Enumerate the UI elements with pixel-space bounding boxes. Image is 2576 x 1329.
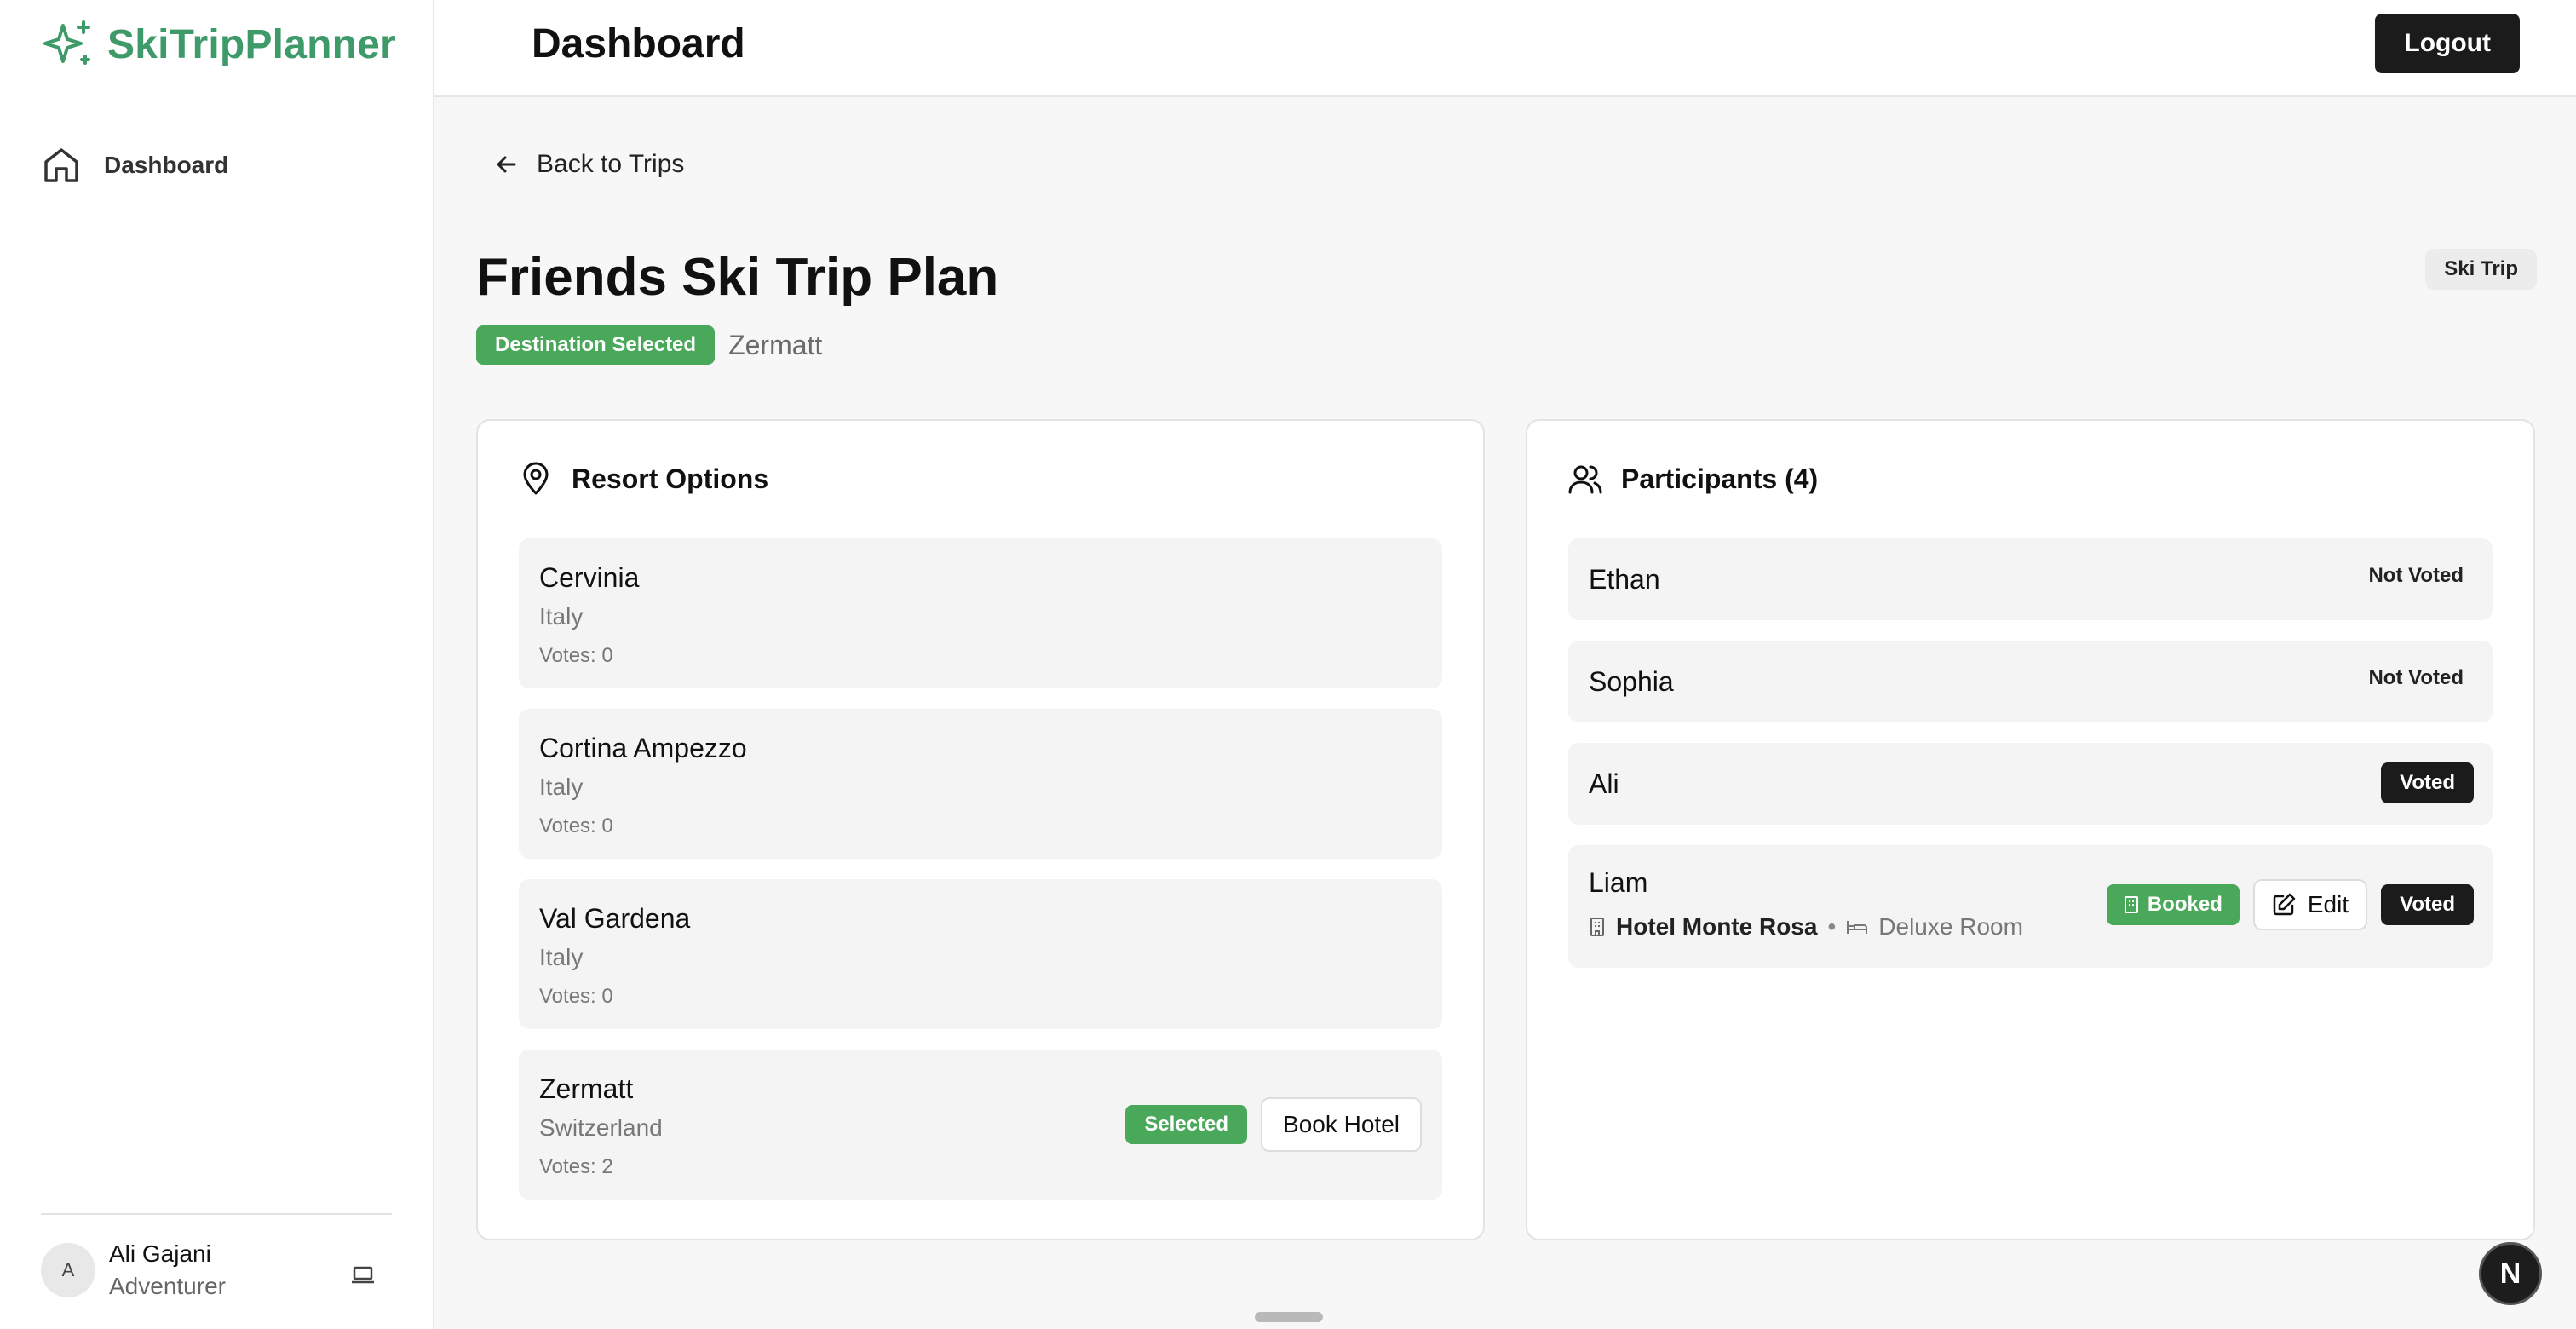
resort-country: Switzerland	[539, 1114, 663, 1141]
page-header-title: Dashboard	[532, 21, 745, 66]
resort-name: Zermatt	[539, 1073, 634, 1104]
room-type: Deluxe Room	[1878, 913, 2023, 940]
laptop-icon[interactable]	[351, 1266, 375, 1285]
vote-status: Voted	[2381, 762, 2474, 803]
map-pin-icon	[523, 462, 549, 495]
dev-tools-badge[interactable]: N	[2479, 1242, 2542, 1305]
avatar: A	[41, 1243, 95, 1297]
logout-button[interactable]: Logout	[2375, 14, 2520, 73]
home-icon	[44, 148, 78, 182]
hotel-name: Hotel Monte Rosa	[1616, 913, 1818, 940]
booked-label: Booked	[2147, 893, 2222, 916]
hotel-booking-info: Hotel Monte Rosa • Deluxe Room	[1589, 913, 2023, 941]
resort-options-header: Resort Options	[519, 462, 768, 496]
resort-name: Val Gardena	[539, 903, 691, 934]
participant-row: Sophia Not Voted	[1568, 641, 2493, 722]
resort-option-selected[interactable]: Zermatt Switzerland Votes: 2 Selected Bo…	[519, 1050, 1442, 1200]
participant-row: Ethan Not Voted	[1568, 538, 2493, 620]
user-role: Adventurer	[109, 1273, 226, 1299]
sparkles-icon	[43, 20, 90, 65]
bed-icon	[1847, 921, 1868, 934]
vote-status: Not Voted	[2368, 564, 2464, 587]
resort-country: Italy	[539, 603, 584, 630]
booked-badge: Booked	[2106, 884, 2240, 925]
building-icon	[2124, 896, 2138, 913]
building-icon	[1590, 918, 1604, 936]
resort-votes: Votes: 0	[539, 644, 613, 667]
vote-status: Voted	[2381, 884, 2474, 925]
edit-booking-button[interactable]: Edit	[2252, 879, 2368, 930]
vote-status: Not Voted	[2368, 666, 2464, 689]
sidebar: SkiTripPlanner Dashboard A Ali Gajani Ad…	[0, 0, 434, 1329]
resort-votes: Votes: 2	[539, 1155, 613, 1178]
top-bar: Dashboard Logout	[434, 0, 2576, 97]
edit-label: Edit	[2307, 891, 2349, 918]
users-icon	[1568, 465, 1602, 494]
participants-card: Participants (4) Ethan Not Voted Sophia …	[1526, 419, 2535, 1240]
user-profile[interactable]: A Ali Gajani Adventurer	[41, 1240, 226, 1300]
resort-option[interactable]: Cortina Ampezzo Italy Votes: 0	[519, 709, 1442, 859]
scroll-indicator[interactable]	[1255, 1312, 1323, 1322]
participant-name: Ethan	[1589, 564, 1660, 595]
resort-votes: Votes: 0	[539, 985, 613, 1008]
resort-options-card: Resort Options Cervinia Italy Votes: 0 C…	[476, 419, 1485, 1240]
resort-option[interactable]: Val Gardena Italy Votes: 0	[519, 879, 1442, 1029]
edit-icon	[2273, 893, 2296, 916]
selected-badge: Selected	[1125, 1105, 1248, 1144]
destination-name: Zermatt	[728, 329, 823, 360]
status-badge: Destination Selected	[476, 325, 716, 365]
participants-header: Participants (4)	[1568, 462, 1818, 496]
brand-name: SkiTripPlanner	[107, 21, 396, 67]
brand-logo[interactable]: SkiTripPlanner	[41, 17, 396, 72]
resort-option[interactable]: Cervinia Italy Votes: 0	[519, 538, 1442, 688]
resort-name: Cortina Ampezzo	[539, 733, 747, 763]
participant-row: Ali Voted	[1568, 743, 2493, 825]
sidebar-divider	[41, 1213, 392, 1215]
resort-country: Italy	[539, 774, 584, 800]
back-to-trips-link[interactable]: Back to Trips	[494, 150, 684, 179]
participant-name: Sophia	[1589, 666, 1674, 697]
trip-title: Friends Ski Trip Plan	[476, 248, 999, 307]
participant-name: Liam	[1589, 867, 1648, 898]
arrow-left-icon	[497, 156, 516, 173]
participants-title: Participants (4)	[1621, 463, 1819, 494]
resort-name: Cervinia	[539, 562, 640, 593]
resort-country: Italy	[539, 944, 584, 970]
participant-row: Liam Hotel Monte Rosa • Deluxe Room Book…	[1568, 845, 2493, 968]
back-label: Back to Trips	[537, 150, 685, 178]
destination-row: Destination Selected Zermatt	[476, 325, 822, 365]
participant-name: Ali	[1589, 768, 1619, 799]
resort-options-title: Resort Options	[572, 463, 769, 494]
trip-type-tag: Ski Trip	[2425, 249, 2537, 290]
book-hotel-button[interactable]: Book Hotel	[1261, 1097, 1422, 1152]
separator-dot: •	[1827, 913, 1837, 940]
resort-votes: Votes: 0	[539, 814, 613, 837]
user-name: Ali Gajani	[109, 1240, 211, 1267]
sidebar-item-label: Dashboard	[104, 152, 229, 178]
sidebar-item-dashboard[interactable]: Dashboard	[41, 145, 228, 186]
